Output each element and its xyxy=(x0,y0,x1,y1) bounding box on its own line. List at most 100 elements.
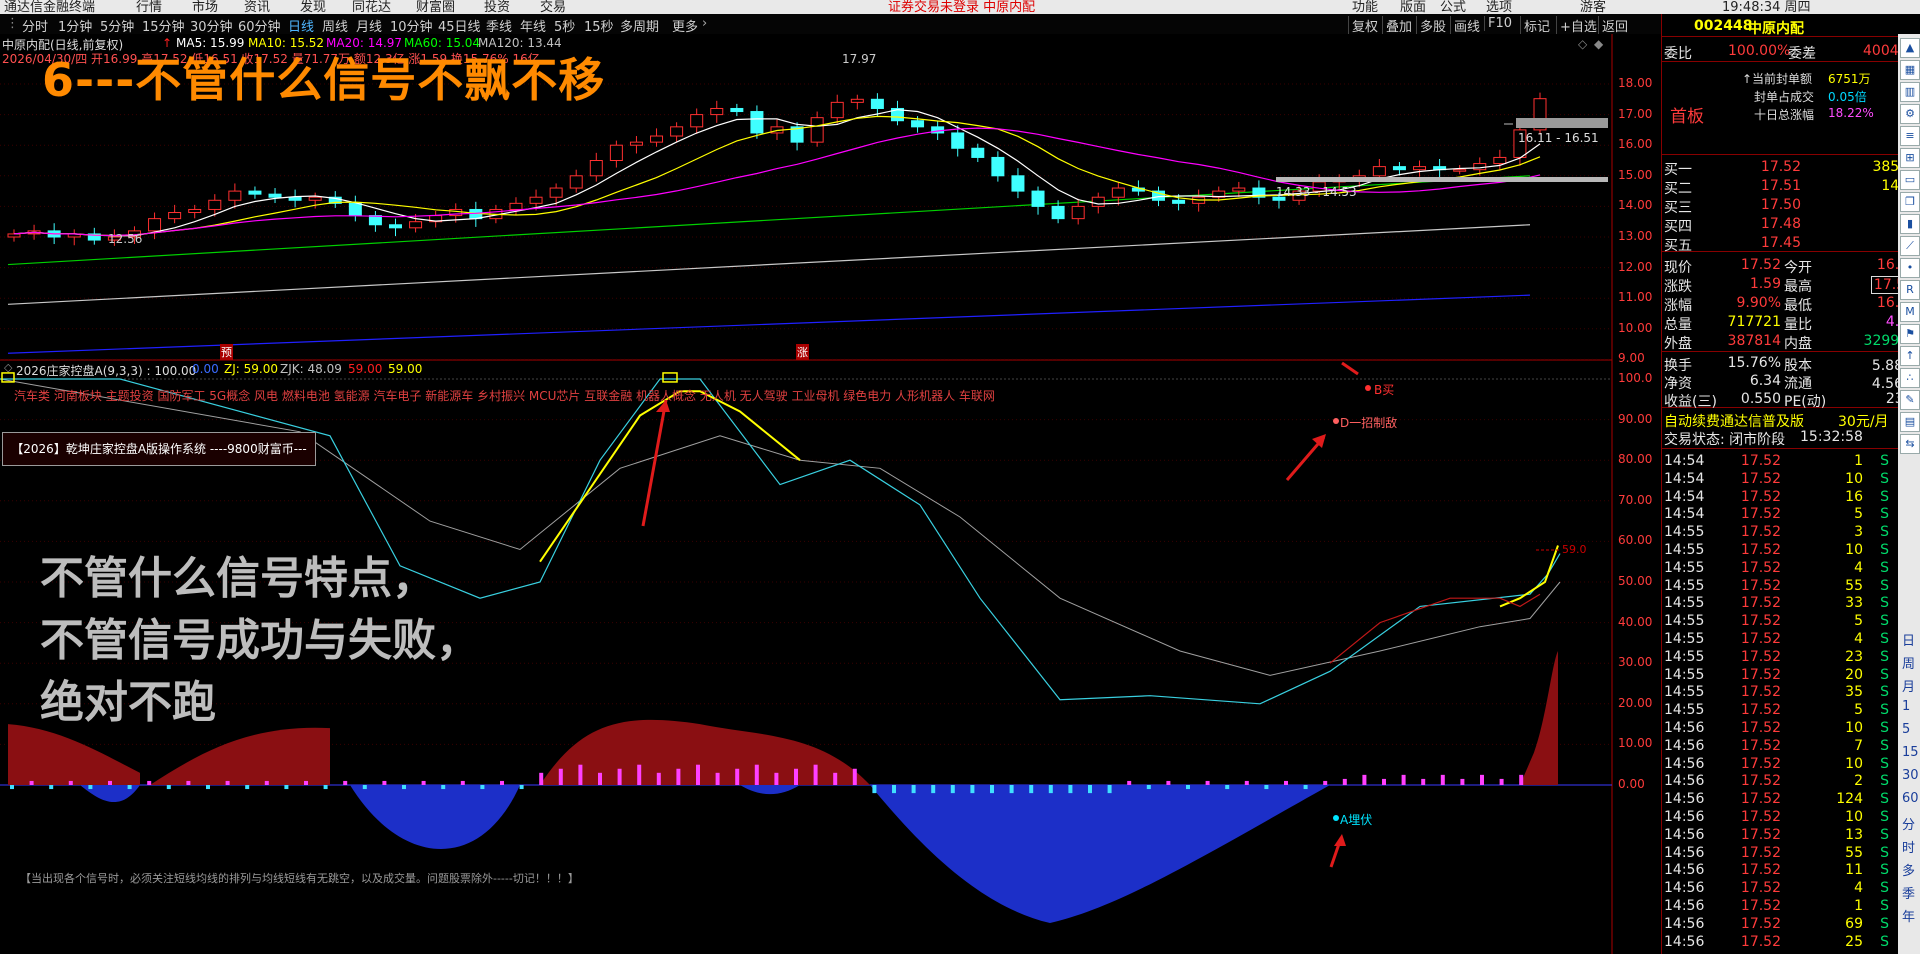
indicator-toggle-icon[interactable]: ◇ xyxy=(4,361,13,374)
side-period-月[interactable]: 月 xyxy=(1902,676,1915,695)
pen-icon[interactable]: ✎ xyxy=(1900,390,1920,410)
macd-icon[interactable]: M xyxy=(1900,302,1920,322)
menu-gongneng[interactable]: 功能 xyxy=(1352,0,1378,14)
compare-icon[interactable]: ⇆ xyxy=(1900,434,1920,454)
window-icon[interactable]: ▭ xyxy=(1900,170,1920,190)
tab-10min[interactable]: 10分钟 xyxy=(390,16,433,35)
menu-shichang[interactable]: 市场 xyxy=(192,0,218,14)
weibi-row: 委比 100.00% 委差 40041 xyxy=(1662,42,1920,62)
tab-daily[interactable]: 日线 xyxy=(288,16,314,35)
line-icon[interactable]: ⟋ xyxy=(1900,236,1920,256)
side-period-5[interactable]: 5 xyxy=(1902,722,1910,737)
btn-huaxian[interactable]: 画线 xyxy=(1450,16,1480,35)
list-icon[interactable]: ≡ xyxy=(1900,126,1920,146)
chart-option-diamond-icon[interactable]: ◇ xyxy=(1578,37,1588,51)
tab-monthly[interactable]: 月线 xyxy=(356,16,382,35)
hist-bar xyxy=(578,764,583,785)
tick-row: 14:5617.522S1 xyxy=(1662,772,1920,790)
side-period-1[interactable]: 1 xyxy=(1902,699,1910,714)
menu-banmian[interactable]: 版面 xyxy=(1400,0,1426,14)
tab-season[interactable]: 季线 xyxy=(486,16,512,35)
side-period-周[interactable]: 周 xyxy=(1902,653,1915,672)
btn-back[interactable]: 返回 xyxy=(1598,16,1628,35)
menu-jiaoyi[interactable]: 交易 xyxy=(540,0,566,14)
tab-60min[interactable]: 60分钟 xyxy=(238,16,281,35)
menu-faxian[interactable]: 发现 xyxy=(300,0,326,14)
tick-time: 14:55 xyxy=(1664,631,1705,647)
tab-45day[interactable]: 45日线 xyxy=(438,16,481,35)
hist-bar xyxy=(127,785,132,790)
scatter-icon[interactable]: ∴ xyxy=(1900,368,1920,388)
toolbox-icon[interactable]: ⚙ xyxy=(1900,104,1920,124)
tab-5min[interactable]: 5分钟 xyxy=(100,16,134,35)
rsi-icon[interactable]: R xyxy=(1900,280,1920,300)
tab-weekly[interactable]: 周线 xyxy=(322,16,348,35)
side-period-15[interactable]: 15 xyxy=(1902,745,1919,760)
layers-icon[interactable]: ❐ xyxy=(1900,192,1920,212)
doc-icon[interactable]: ▤ xyxy=(1900,412,1920,432)
tick-volume: 10 xyxy=(1845,755,1863,772)
btn-diejia[interactable]: 叠加 xyxy=(1382,16,1412,35)
more-chevron-icon[interactable]: › xyxy=(702,16,707,31)
side-period-日[interactable]: 日 xyxy=(1902,630,1915,649)
low-price-label: 12.56 xyxy=(108,232,143,246)
menu-gongshi[interactable]: 公式 xyxy=(1440,0,1466,14)
tab-year[interactable]: 年线 xyxy=(520,16,546,35)
tick-price: 17.52 xyxy=(1740,488,1781,505)
side-period-60[interactable]: 60 xyxy=(1902,791,1919,806)
tab-fenshi[interactable]: 分时 xyxy=(22,16,48,35)
menu-zixun[interactable]: 资讯 xyxy=(244,0,270,14)
btn-add-watchlist[interactable]: +自选 xyxy=(1556,16,1597,35)
hist-bar xyxy=(362,785,367,790)
tick-side: S xyxy=(1880,666,1889,683)
tick-side: S xyxy=(1880,648,1889,665)
btn-duogu[interactable]: 多股 xyxy=(1416,16,1446,35)
tab-15min[interactable]: 15分钟 xyxy=(142,16,185,35)
table-icon[interactable]: ⊞ xyxy=(1900,148,1920,168)
side-period-时[interactable]: 时 xyxy=(1902,837,1915,856)
hist-bar xyxy=(1107,785,1112,794)
side-period-30[interactable]: 30 xyxy=(1902,768,1919,783)
side-period-年[interactable]: 年 xyxy=(1902,906,1915,925)
menu-caifuquan[interactable]: 财富圈 xyxy=(416,0,455,14)
btn-f10[interactable]: F10 xyxy=(1484,16,1512,31)
btn-biaoji[interactable]: 标记 xyxy=(1520,16,1550,35)
menu-hangqing[interactable]: 行情 xyxy=(136,0,162,14)
menu-youke[interactable]: 游客 xyxy=(1580,0,1606,14)
tab-5sec[interactable]: 5秒 xyxy=(554,16,575,35)
trade-login-status[interactable]: 证券交易未登录 中原内配 xyxy=(888,0,1035,14)
expand-icon[interactable]: ▲ xyxy=(1900,38,1920,58)
btn-fuquan[interactable]: 复权 xyxy=(1348,16,1378,35)
menu-touzi[interactable]: 投资 xyxy=(484,0,510,14)
tick-side: S xyxy=(1880,453,1889,469)
seal-amount-label: ↑当前封单额 xyxy=(1742,72,1813,86)
chart-type-icon[interactable]: ▥ xyxy=(1900,82,1920,102)
tab-30min[interactable]: 30分钟 xyxy=(190,16,233,35)
bars-icon[interactable]: ▮ xyxy=(1900,214,1920,234)
tab-multi-period[interactable]: 多周期 xyxy=(620,16,659,35)
tick-volume: 69 xyxy=(1845,915,1863,932)
flag-icon[interactable]: ⚑ xyxy=(1900,324,1920,344)
signal-b-buy: B买 xyxy=(1374,383,1395,397)
ad-row[interactable]: 自动续费通达信普及版 30元/月 xyxy=(1662,410,1920,430)
hist-bar xyxy=(68,780,73,785)
hist-bar xyxy=(1480,774,1484,785)
arrow-up-icon[interactable]: ↑ xyxy=(1900,346,1920,366)
kline-chart-area[interactable]: ◇ ◆ ◇ xyxy=(0,34,1661,954)
b-signal-dot xyxy=(1365,385,1371,391)
side-period-季[interactable]: 季 xyxy=(1902,883,1915,902)
tab-1min[interactable]: 1分钟 xyxy=(58,16,92,35)
menu-tonghuada[interactable]: 同花达 xyxy=(352,0,391,14)
grid-icon[interactable]: ▦ xyxy=(1900,60,1920,80)
side-period-多[interactable]: 多 xyxy=(1902,860,1915,879)
bullet-icon[interactable]: • xyxy=(1900,258,1920,278)
side-period-分[interactable]: 分 xyxy=(1902,814,1915,833)
tick-row: 14:5617.527S2 xyxy=(1662,737,1920,755)
tab-more[interactable]: 更多 xyxy=(672,16,698,35)
menu-xuanxiang[interactable]: 选项 xyxy=(1486,0,1512,14)
chart-settings-diamond-icon[interactable]: ◆ xyxy=(1594,37,1604,51)
tab-15sec[interactable]: 15秒 xyxy=(584,16,614,35)
trade-status-time: 15:32:58 xyxy=(1800,429,1863,445)
bid-row: 买五17.4528 xyxy=(1662,234,1920,254)
indicator-title[interactable]: 2026庄家控盘A(9,3,3) : 100.00 xyxy=(16,362,196,379)
